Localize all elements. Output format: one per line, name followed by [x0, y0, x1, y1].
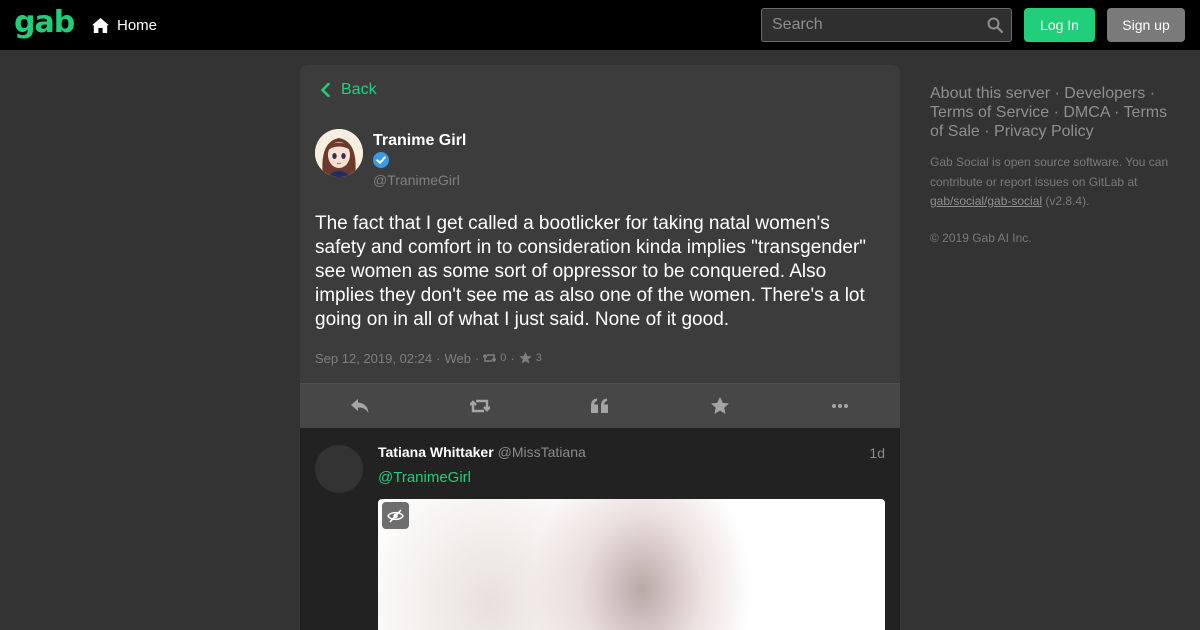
more-button[interactable] — [780, 384, 900, 428]
back-label: Back — [341, 81, 377, 98]
status-content: The fact that I get called a bootlicker … — [315, 213, 867, 330]
avatar[interactable] — [315, 445, 363, 493]
search-input[interactable] — [762, 9, 987, 41]
link-separator: · — [984, 123, 990, 140]
repost-button[interactable] — [420, 384, 540, 428]
meta-separator: · — [474, 350, 480, 366]
sensitive-media-preview[interactable] — [378, 499, 885, 630]
author-display-name[interactable]: Tranime Girl — [373, 132, 466, 150]
signup-button[interactable]: Sign up — [1107, 8, 1185, 42]
avatar[interactable] — [315, 129, 363, 177]
reblog-count: 0 — [500, 352, 507, 364]
status-timestamp[interactable]: Sep 12, 2019, 02:24 — [315, 351, 432, 366]
quote-button[interactable] — [540, 384, 660, 428]
ellipsis-icon — [832, 404, 848, 408]
status-action-bar — [300, 383, 900, 428]
favourite-count: 3 — [535, 352, 542, 364]
link-developers[interactable]: Developers — [1064, 85, 1145, 102]
login-button[interactable]: Log In — [1024, 8, 1095, 42]
home-icon — [92, 17, 109, 33]
link-terms-of-service[interactable]: Terms of Service — [930, 104, 1049, 121]
footer-links: About this server · Developers · Terms o… — [930, 84, 1180, 141]
status-detail-card: Back Tranime Girl @TranimeGirl The fact … — [300, 65, 900, 428]
main-column: Back Tranime Girl @TranimeGirl The fact … — [300, 65, 900, 630]
reply-header: Tatiana Whittaker @MissTatiana — [378, 444, 586, 462]
link-about-server[interactable]: About this server — [930, 85, 1050, 102]
author-handle[interactable]: @TranimeGirl — [373, 172, 460, 188]
reply-status[interactable]: Tatiana Whittaker @MissTatiana 1d @Trani… — [300, 428, 900, 630]
star-icon — [711, 397, 729, 414]
repost-icon — [470, 399, 490, 413]
reply-button[interactable] — [300, 384, 420, 428]
verified-badge-icon — [373, 152, 389, 168]
favourite-button[interactable] — [660, 384, 780, 428]
search-icon[interactable] — [987, 17, 1003, 33]
link-separator: · — [1114, 104, 1120, 121]
meta-separator: · — [436, 350, 441, 366]
anime-avatar-image — [315, 129, 363, 177]
reply-display-name[interactable]: Tatiana Whittaker — [378, 444, 494, 460]
reply-timestamp[interactable]: 1d — [869, 445, 885, 461]
open-source-notice: Gab Social is open source software. You … — [930, 153, 1180, 212]
home-label: Home — [117, 16, 158, 34]
open-source-text: Gab Social is open source software. You … — [930, 155, 1169, 189]
reply-icon — [351, 399, 369, 413]
sidebar-footer: About this server · Developers · Terms o… — [930, 84, 1180, 245]
reply-mention-link[interactable]: @TranimeGirl — [378, 469, 471, 486]
home-link[interactable]: Home — [92, 14, 157, 36]
back-button[interactable]: Back — [320, 80, 377, 100]
gitlab-repo-link[interactable]: gab/social/gab-social — [930, 194, 1042, 208]
quote-icon — [591, 398, 608, 413]
media-visibility-toggle[interactable] — [382, 502, 409, 529]
gab-logo[interactable]: gab — [14, 6, 75, 40]
copyright-text: © 2019 Gab AI Inc. — [930, 230, 1032, 245]
top-navigation-bar: gab Home Log In Sign up — [0, 0, 1200, 50]
meta-separator: · — [510, 350, 515, 366]
link-separator: · — [1054, 85, 1060, 102]
chevron-left-icon — [321, 83, 330, 97]
link-dmca[interactable]: DMCA — [1063, 104, 1109, 121]
version-text: (v2.8.4). — [1045, 194, 1090, 208]
star-icon — [519, 352, 532, 364]
reply-handle[interactable]: @MissTatiana — [498, 444, 586, 460]
status-meta: Sep 12, 2019, 02:24 · Web · 0 · 3 — [315, 350, 542, 366]
status-source: Web — [444, 350, 471, 366]
link-privacy-policy[interactable]: Privacy Policy — [994, 123, 1094, 140]
repost-icon — [483, 353, 497, 363]
search-box — [761, 8, 1012, 42]
link-separator: · — [1149, 85, 1156, 102]
eye-slash-icon — [387, 508, 404, 523]
link-separator: · — [1053, 104, 1059, 121]
